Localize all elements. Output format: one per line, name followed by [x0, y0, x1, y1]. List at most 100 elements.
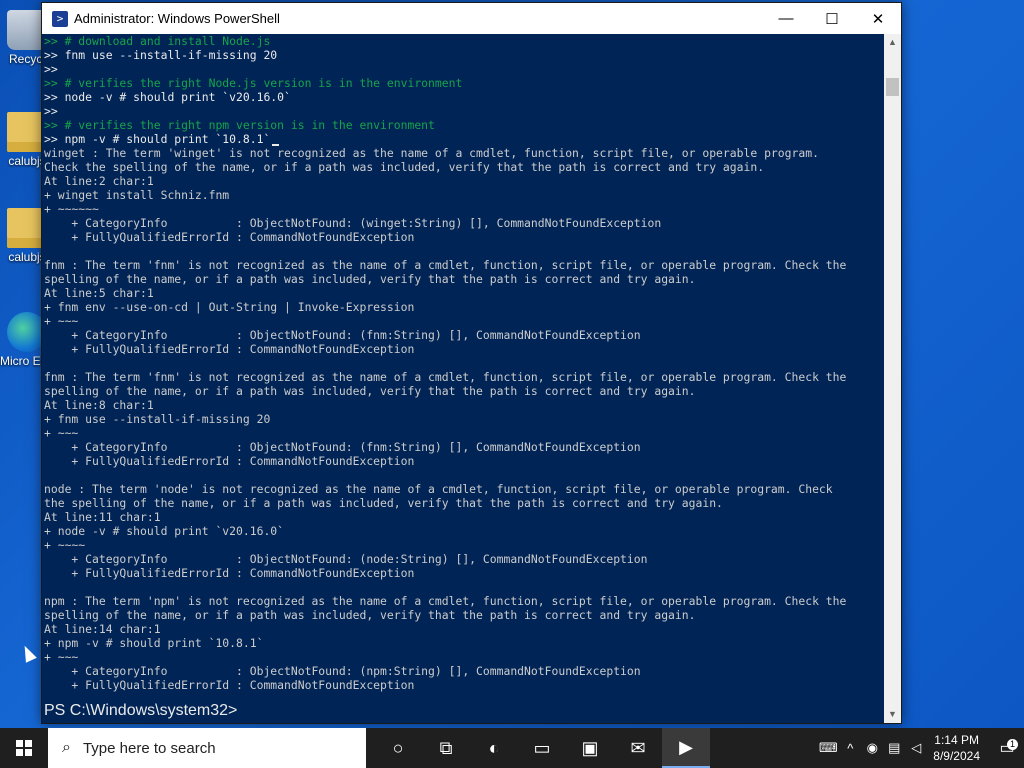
- notification-badge: 1: [1007, 739, 1018, 750]
- console-error-line: + node -v # should print `v20.16.0`: [42, 524, 884, 538]
- console-error-line: fnm : The term 'fnm' is not recognized a…: [42, 370, 884, 384]
- error-text: + CategoryInfo : ObjectNotFound: (winget…: [44, 216, 662, 230]
- console-prompt[interactable]: PS C:\Windows\system32>: [44, 702, 237, 720]
- error-text: + CategoryInfo : ObjectNotFound: (npm:St…: [44, 664, 641, 678]
- error-text: + node -v # should print `v20.16.0`: [44, 524, 285, 538]
- console-error-line: spelling of the name, or if a path was i…: [42, 272, 884, 286]
- console-error-line: + ~~~: [42, 314, 884, 328]
- console-error-line: + ~~~: [42, 426, 884, 440]
- error-text: + CategoryInfo : ObjectNotFound: (fnm:St…: [44, 328, 641, 342]
- console-error-line: spelling of the name, or if a path was i…: [42, 608, 884, 622]
- error-text: fnm : The term 'fnm' is not recognized a…: [44, 258, 847, 272]
- error-text: At line:14 char:1: [44, 622, 161, 636]
- powershell-icon: >: [52, 10, 68, 27]
- maximize-button[interactable]: ☐: [809, 3, 855, 34]
- console-error-line: At line:8 char:1: [42, 398, 884, 412]
- error-text: fnm : The term 'fnm' is not recognized a…: [44, 370, 847, 384]
- error-text: + FullyQualifiedErrorId : CommandNotFoun…: [44, 454, 415, 468]
- edge-icon[interactable]: ◐: [470, 728, 518, 768]
- console-line: >> fnm use --install-if-missing 20: [44, 48, 278, 62]
- scroll-down-icon[interactable]: ▼: [884, 706, 901, 723]
- console-line: >> # verifies the right Node.js version …: [44, 76, 463, 90]
- console-error-line: + fnm use --install-if-missing 20: [42, 412, 884, 426]
- error-text: + FullyQualifiedErrorId : CommandNotFoun…: [44, 566, 415, 580]
- console-error-line: node : The term 'node' is not recognized…: [42, 482, 884, 496]
- taskbar-apps: ○ ⧉ ◐ ▭ ▣ ✉ ▶: [374, 728, 710, 768]
- error-text: spelling of the name, or if a path was i…: [44, 608, 696, 622]
- title-bar[interactable]: > Administrator: Windows PowerShell — ☐ …: [42, 3, 901, 34]
- powershell-icon[interactable]: ▶: [662, 728, 710, 768]
- error-text: At line:11 char:1: [44, 510, 161, 524]
- meet-now-icon[interactable]: ◉: [861, 740, 883, 756]
- volume-icon[interactable]: ◁: [905, 740, 927, 756]
- console-error-line: fnm : The term 'fnm' is not recognized a…: [42, 258, 884, 272]
- console-line: >>: [44, 104, 58, 118]
- start-button[interactable]: [0, 728, 48, 768]
- notification-center-icon[interactable]: ▭ 1: [990, 738, 1024, 758]
- error-text: npm : The term 'npm' is not recognized a…: [44, 594, 847, 608]
- console-error-line: + FullyQualifiedErrorId : CommandNotFoun…: [42, 342, 884, 356]
- error-text: + CategoryInfo : ObjectNotFound: (node:S…: [44, 552, 648, 566]
- vertical-scrollbar[interactable]: ▲ ▼: [884, 34, 901, 723]
- error-text: At line:2 char:1: [44, 174, 154, 188]
- console-error-line: At line:2 char:1: [42, 174, 884, 188]
- clock-date: 8/9/2024: [933, 749, 980, 763]
- console-error-line: npm : The term 'npm' is not recognized a…: [42, 594, 884, 608]
- powershell-window[interactable]: > Administrator: Windows PowerShell — ☐ …: [41, 2, 902, 724]
- error-text: At line:8 char:1: [44, 398, 154, 412]
- error-text: spelling of the name, or if a path was i…: [44, 384, 696, 398]
- clock-time: 1:14 PM: [934, 733, 979, 747]
- console-error-line: At line:5 char:1: [42, 286, 884, 300]
- console-error-line: At line:11 char:1: [42, 510, 884, 524]
- scroll-up-icon[interactable]: ▲: [884, 34, 901, 51]
- scroll-thumb[interactable]: [886, 78, 899, 96]
- console-error-line: + fnm env --use-on-cd | Out-String | Inv…: [42, 300, 884, 314]
- console-line: >> # download and install Node.js: [44, 34, 271, 48]
- error-text: Check the spelling of the name, or if a …: [44, 160, 765, 174]
- keyboard-icon[interactable]: ⌨: [817, 740, 839, 756]
- console-error-line: + ~~~~: [42, 538, 884, 552]
- console-line: >> npm -v # should print `10.8.1`: [42, 132, 884, 146]
- clock[interactable]: 1:14 PM 8/9/2024: [933, 732, 980, 764]
- console-error-line: winget : The term 'winget' is not recogn…: [42, 146, 884, 160]
- error-text: + ~~~: [44, 426, 79, 440]
- error-text: + fnm use --install-if-missing 20: [44, 412, 271, 426]
- console-line: >>: [44, 62, 58, 76]
- network-icon[interactable]: ▤: [883, 740, 905, 756]
- console-error-line: the spelling of the name, or if a path w…: [42, 496, 884, 510]
- window-title: Administrator: Windows PowerShell: [74, 11, 280, 26]
- taskbar: ⌕ Type here to search ○ ⧉ ◐ ▭ ▣ ✉ ▶ ⌨ ^ ◉ ▤ ◁ …: [0, 728, 1024, 768]
- file-explorer-icon[interactable]: ▭: [518, 728, 566, 768]
- error-text: + FullyQualifiedErrorId : CommandNotFoun…: [44, 678, 415, 692]
- console-error-line: spelling of the name, or if a path was i…: [42, 384, 884, 398]
- error-text: + ~~~~: [44, 538, 86, 552]
- prompt-text: PS C:\Windows\system32>: [44, 702, 238, 719]
- mail-icon[interactable]: ✉: [614, 728, 662, 768]
- error-text: winget : The term 'winget' is not recogn…: [44, 146, 819, 160]
- console-line: >> node -v # should print `v20.16.0`: [44, 90, 291, 104]
- console-error-line: + CategoryInfo : ObjectNotFound: (winget…: [42, 216, 884, 230]
- console-output[interactable]: >> # download and install Node.js >> fnm …: [42, 34, 884, 723]
- close-button[interactable]: ✕: [855, 3, 901, 34]
- console-error-line: + FullyQualifiedErrorId : CommandNotFoun…: [42, 678, 884, 692]
- error-text: + npm -v # should print `10.8.1`: [44, 636, 264, 650]
- error-text: + winget install Schniz.fnm: [44, 188, 230, 202]
- console-error-line: + npm -v # should print `10.8.1`: [42, 636, 884, 650]
- error-text: spelling of the name, or if a path was i…: [44, 272, 696, 286]
- store-icon[interactable]: ▣: [566, 728, 614, 768]
- console-error-line: + CategoryInfo : ObjectNotFound: (fnm:St…: [42, 440, 884, 454]
- console-error-line: + CategoryInfo : ObjectNotFound: (npm:St…: [42, 664, 884, 678]
- chevron-up-icon[interactable]: ^: [839, 741, 861, 756]
- search-box[interactable]: ⌕ Type here to search: [48, 728, 366, 768]
- minimize-button[interactable]: —: [763, 3, 809, 34]
- search-icon: ⌕: [62, 739, 71, 756]
- error-text: the spelling of the name, or if a path w…: [44, 496, 723, 510]
- mouse-cursor-icon: [19, 643, 37, 663]
- error-text: + FullyQualifiedErrorId : CommandNotFoun…: [44, 230, 415, 244]
- cortana-icon[interactable]: ○: [374, 728, 422, 768]
- task-view-icon[interactable]: ⧉: [422, 728, 470, 768]
